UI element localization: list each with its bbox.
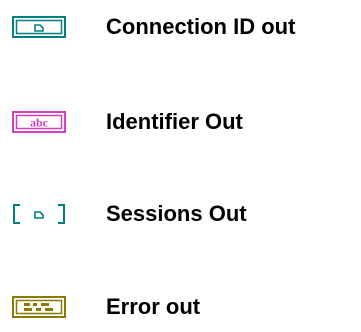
refnum-array-terminal-icon bbox=[13, 204, 65, 224]
terminal-label: Identifier Out bbox=[106, 109, 243, 134]
terminal-identifier-out: abc Identifier Out bbox=[12, 107, 243, 137]
terminal-label: Connection ID out bbox=[106, 14, 296, 39]
string-terminal-icon: abc bbox=[12, 111, 66, 133]
error-cluster-terminal-icon bbox=[12, 296, 66, 318]
terminal-sessions-out: Sessions Out bbox=[12, 199, 247, 229]
terminal-label: Error out bbox=[106, 294, 201, 319]
refnum-terminal-icon bbox=[12, 16, 66, 38]
string-glyph: abc bbox=[30, 116, 49, 130]
terminal-label: Sessions Out bbox=[106, 201, 247, 226]
terminal-connection-id-out: Connection ID out bbox=[12, 12, 295, 42]
terminal-error-out: Error out bbox=[12, 292, 200, 322]
